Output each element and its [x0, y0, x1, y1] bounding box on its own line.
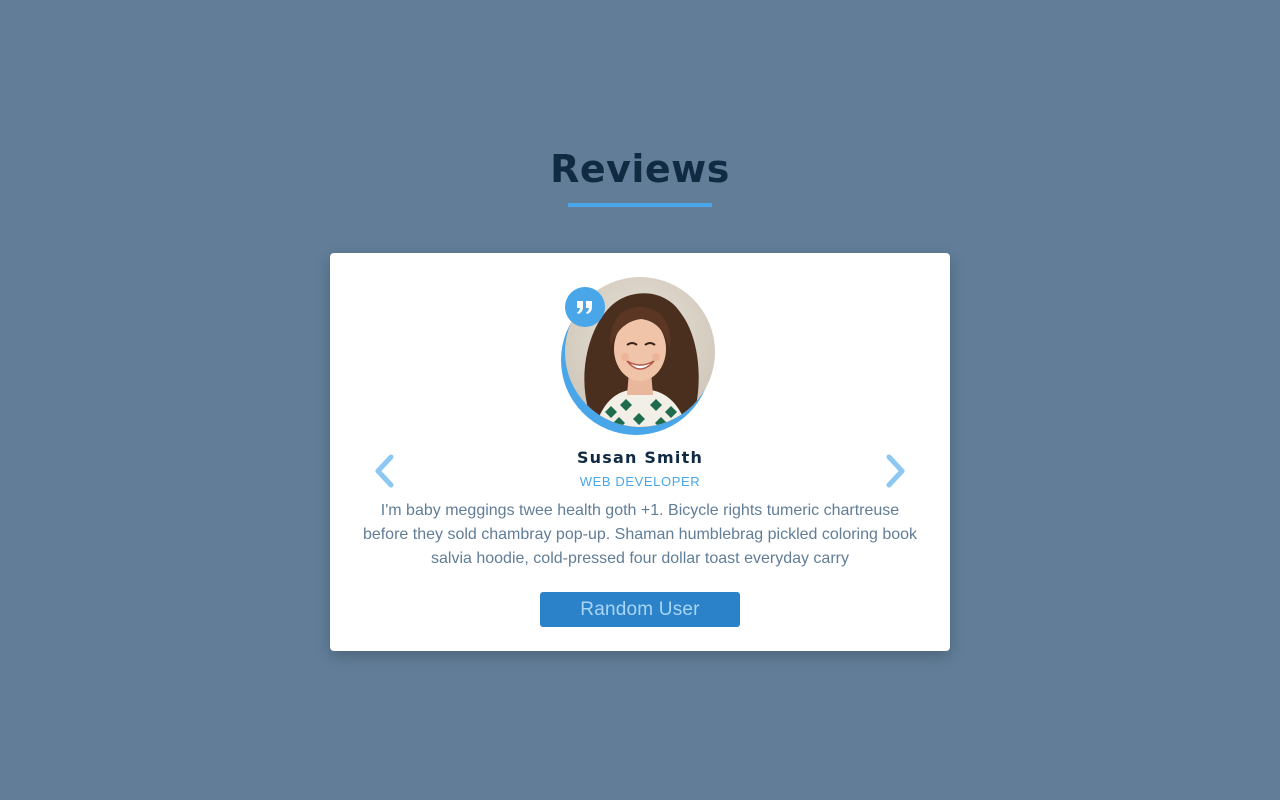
review-text: I'm baby meggings twee health goth +1. B…	[362, 502, 918, 567]
random-user-button[interactable]: Random User	[540, 592, 740, 627]
avatar-container	[561, 277, 715, 435]
author-name: Susan Smith	[576, 448, 704, 467]
author-job: WEB DEVELOPER	[579, 474, 701, 489]
quote-icon	[565, 287, 605, 327]
review-card: Susan Smith WEB DEVELOPER I'm baby meggi…	[330, 253, 950, 651]
page-title: Reviews	[550, 147, 730, 191]
section-title: Reviews	[0, 146, 1280, 207]
title-underline	[568, 203, 712, 207]
chevron-left-icon	[373, 454, 395, 493]
next-button[interactable]	[881, 453, 911, 493]
prev-button[interactable]	[369, 453, 399, 493]
chevron-right-icon	[885, 454, 907, 493]
